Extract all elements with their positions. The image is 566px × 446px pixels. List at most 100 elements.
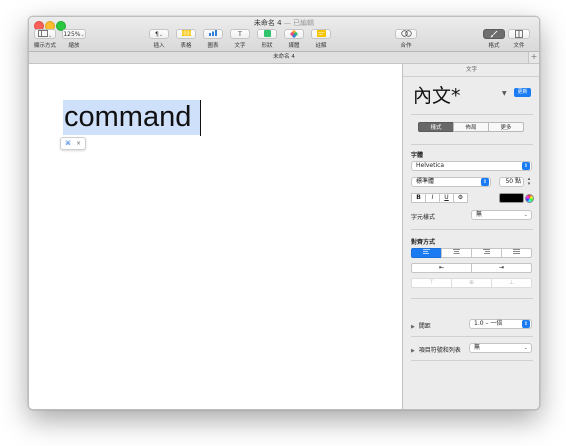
media-label: 媒體 [288,43,300,49]
media-button[interactable] [284,29,304,39]
font-size-field[interactable]: 50 點 [499,177,524,187]
decrease-indent-button[interactable]: ⇤ [411,263,472,273]
shape-button[interactable] [257,29,277,39]
chevron-down-icon: ⌄ [158,32,164,38]
chevron-updown-icon: ⇕ [522,162,530,170]
character-style-select[interactable]: 無 ⌄ [471,210,532,220]
align-bottom-icon: ⊥ [508,279,515,286]
divider [411,229,533,230]
insert-label: 插入 [153,43,165,49]
chevron-updown-icon: ⇕ [481,178,489,186]
italic-button[interactable]: I [425,193,440,203]
edited-status: 已編輯 [293,19,315,27]
vertical-align-top-button[interactable]: ⊤ [411,278,452,288]
font-section-title: 字體 [411,152,424,159]
document-label: 文件 [513,43,525,49]
format-label: 格式 [488,43,500,49]
text-t-icon: T [238,31,242,38]
character-style-value: 無 [476,211,483,218]
tab-layout[interactable]: 佈局 [453,122,489,132]
character-style-label: 字元樣式 [411,214,436,221]
document-button[interactable] [508,29,530,39]
chevron-down-icon: ⌄ [47,33,53,39]
zoom-value: 125% [63,31,81,38]
comment-button[interactable] [311,29,331,39]
color-wheel-icon[interactable] [525,194,534,203]
update-style-button[interactable]: 更新 [514,88,531,97]
close-icon[interactable]: × [76,138,81,149]
autocorrect-popup[interactable]: ⌘ × [60,137,86,150]
spacing-label: 間距 [418,323,431,330]
sidebar-view-icon [37,30,48,41]
app-window: 未命名 4 — 已編輯 ⌄ 顯示方式 125%⌄ 縮放 ¶⌄ 插入 表格 圖表 … [28,16,540,410]
tab-more[interactable]: 更多 [488,122,524,132]
divider [411,298,533,299]
bold-button[interactable]: B [411,193,426,203]
font-size-stepper[interactable]: ▴ ▾ [526,177,532,187]
chevron-down-icon: ⌄ [523,345,528,351]
divider [411,114,533,115]
inspector-header: 文字 [403,64,539,77]
align-left-icon [423,249,430,257]
divider [411,336,533,337]
chevron-down-icon[interactable]: ▼ [502,90,507,97]
divider [411,144,533,145]
table-label: 表格 [180,43,192,49]
align-right-button[interactable] [471,248,502,258]
underline-button[interactable]: U [439,193,454,203]
text-color-well[interactable] [499,193,524,203]
table-button[interactable] [176,29,196,39]
chart-button[interactable] [203,29,223,39]
shape-label: 形狀 [261,43,273,49]
collaborate-button[interactable] [395,29,417,39]
document-text[interactable]: command [64,100,191,135]
bullets-row[interactable]: ▶ 項目符號和列表 [411,345,461,354]
format-button[interactable] [483,29,505,39]
spacing-row[interactable]: ▶ 間距 [411,321,431,330]
document-canvas[interactable]: command ⌘ × [29,64,402,409]
bullets-value: 無 [474,344,481,351]
font-family-value: Helvetica [416,162,445,169]
text-box-button[interactable]: T [230,29,250,39]
vertical-align-bottom-button[interactable]: ⊥ [491,278,532,288]
align-top-icon: ⊤ [428,279,435,286]
tab-document[interactable]: 未命名 4 [273,54,295,60]
font-weight-value: 標準體 [416,178,435,185]
align-right-icon [483,249,490,257]
bullets-label: 項目符號和列表 [418,347,461,354]
paragraph-style-name[interactable]: 內文* [413,81,461,108]
document-name: 未命名 4 [253,19,282,27]
justify-icon [513,249,520,257]
tab-style[interactable]: 樣式 [418,122,454,132]
gear-icon: ⚙ [457,194,464,201]
view-button[interactable]: ⌄ [34,29,56,39]
document-tab-bar: 未命名 4 + [29,52,539,64]
justify-button[interactable] [501,248,532,258]
title-separator: — [281,19,294,27]
new-tab-button[interactable]: + [528,52,539,63]
format-inspector: 文字 內文* ▼ 更新 樣式 佈局 更多 字體 Helvetica ⇕ 標準體 … [402,64,539,409]
vertical-align-middle-button[interactable]: ⊕ [451,278,492,288]
increase-indent-button[interactable]: ⇥ [471,263,532,273]
align-middle-icon: ⊕ [468,279,475,286]
spacing-value: 1.0 – 一倍 [474,320,503,327]
font-family-select[interactable]: Helvetica ⇕ [411,161,532,171]
window-title: 未命名 4 — 已編輯 [29,18,539,28]
view-label: 顯示方式 [33,43,56,49]
alignment-section-title: 對齊方式 [411,239,436,246]
table-icon [181,30,191,40]
command-key-icon: ⌘ [65,140,71,147]
align-center-button[interactable] [441,248,472,258]
align-center-icon [453,249,460,257]
insert-button[interactable]: ¶⌄ [149,29,169,39]
align-left-button[interactable] [411,248,442,258]
spacing-select[interactable]: 1.0 – 一倍 ⇕ [469,319,532,329]
decrease-indent-icon: ⇤ [438,264,445,271]
comment-icon [316,30,326,41]
bullets-select[interactable]: 無 ⌄ [469,343,532,353]
text-options-gear-button[interactable]: ⚙ [453,193,468,203]
increase-indent-icon: ⇥ [498,264,505,271]
zoom-select[interactable]: 125%⌄ [62,29,86,39]
font-weight-select[interactable]: 標準體 ⇕ [411,177,491,187]
zoom-label: 縮放 [68,43,80,49]
